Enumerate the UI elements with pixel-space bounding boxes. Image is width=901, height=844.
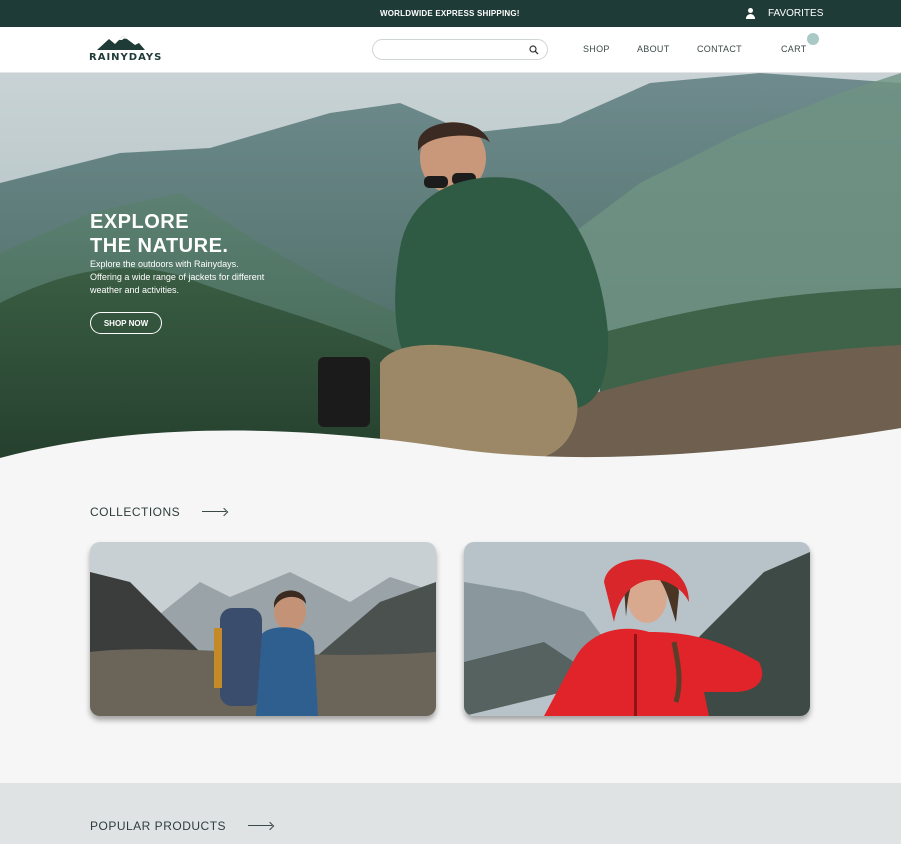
mountain-logo-icon — [97, 36, 145, 50]
popular-products-section: POPULAR PRODUCTS — [0, 783, 901, 844]
main-header: RAINYDAYS SHOP ABOUT CONTACT CART — [0, 27, 901, 73]
search-input[interactable] — [381, 42, 521, 57]
nav-shop[interactable]: SHOP — [583, 44, 610, 54]
popular-products-heading[interactable]: POPULAR PRODUCTS — [90, 819, 274, 833]
arrow-right-icon — [202, 508, 228, 516]
hero-title: EXPLORE THE NATURE. — [90, 211, 229, 257]
search-box[interactable] — [372, 39, 548, 60]
shop-now-button[interactable]: SHOP NOW — [90, 312, 162, 334]
shipping-notice: WORLDWIDE EXPRESS SHIPPING! — [380, 9, 520, 18]
woman-red-jacket-photo — [464, 542, 810, 716]
nav-contact[interactable]: CONTACT — [697, 44, 742, 54]
hiker-photo — [90, 542, 436, 716]
collections-title: COLLECTIONS — [90, 505, 181, 519]
favorites-label: FAVORITES — [768, 8, 824, 19]
rainydays-logo[interactable]: RAINYDAYS — [89, 35, 161, 65]
search-icon[interactable] — [529, 45, 539, 55]
hero-banner: EXPLORE THE NATURE. Explore the outdoors… — [0, 73, 901, 468]
top-announcement-bar: WORLDWIDE EXPRESS SHIPPING! FAVORITES — [0, 0, 901, 27]
hero-description: Explore the outdoors with Rainydays. Off… — [90, 259, 265, 295]
popular-products-title: POPULAR PRODUCTS — [90, 819, 227, 833]
cart-count-badge — [807, 33, 819, 45]
user-icon — [745, 8, 757, 19]
collections-heading[interactable]: COLLECTIONS — [90, 505, 228, 519]
collection-card-rain-jackets[interactable] — [464, 542, 810, 716]
nav-about[interactable]: ABOUT — [637, 44, 670, 54]
nav-cart[interactable]: CART — [781, 44, 807, 54]
collection-card-hiking[interactable] — [90, 542, 436, 716]
favorites-link[interactable]: FAVORITES — [745, 8, 823, 19]
logo-text: RAINYDAYS — [89, 52, 163, 63]
arrow-right-icon — [248, 822, 274, 830]
